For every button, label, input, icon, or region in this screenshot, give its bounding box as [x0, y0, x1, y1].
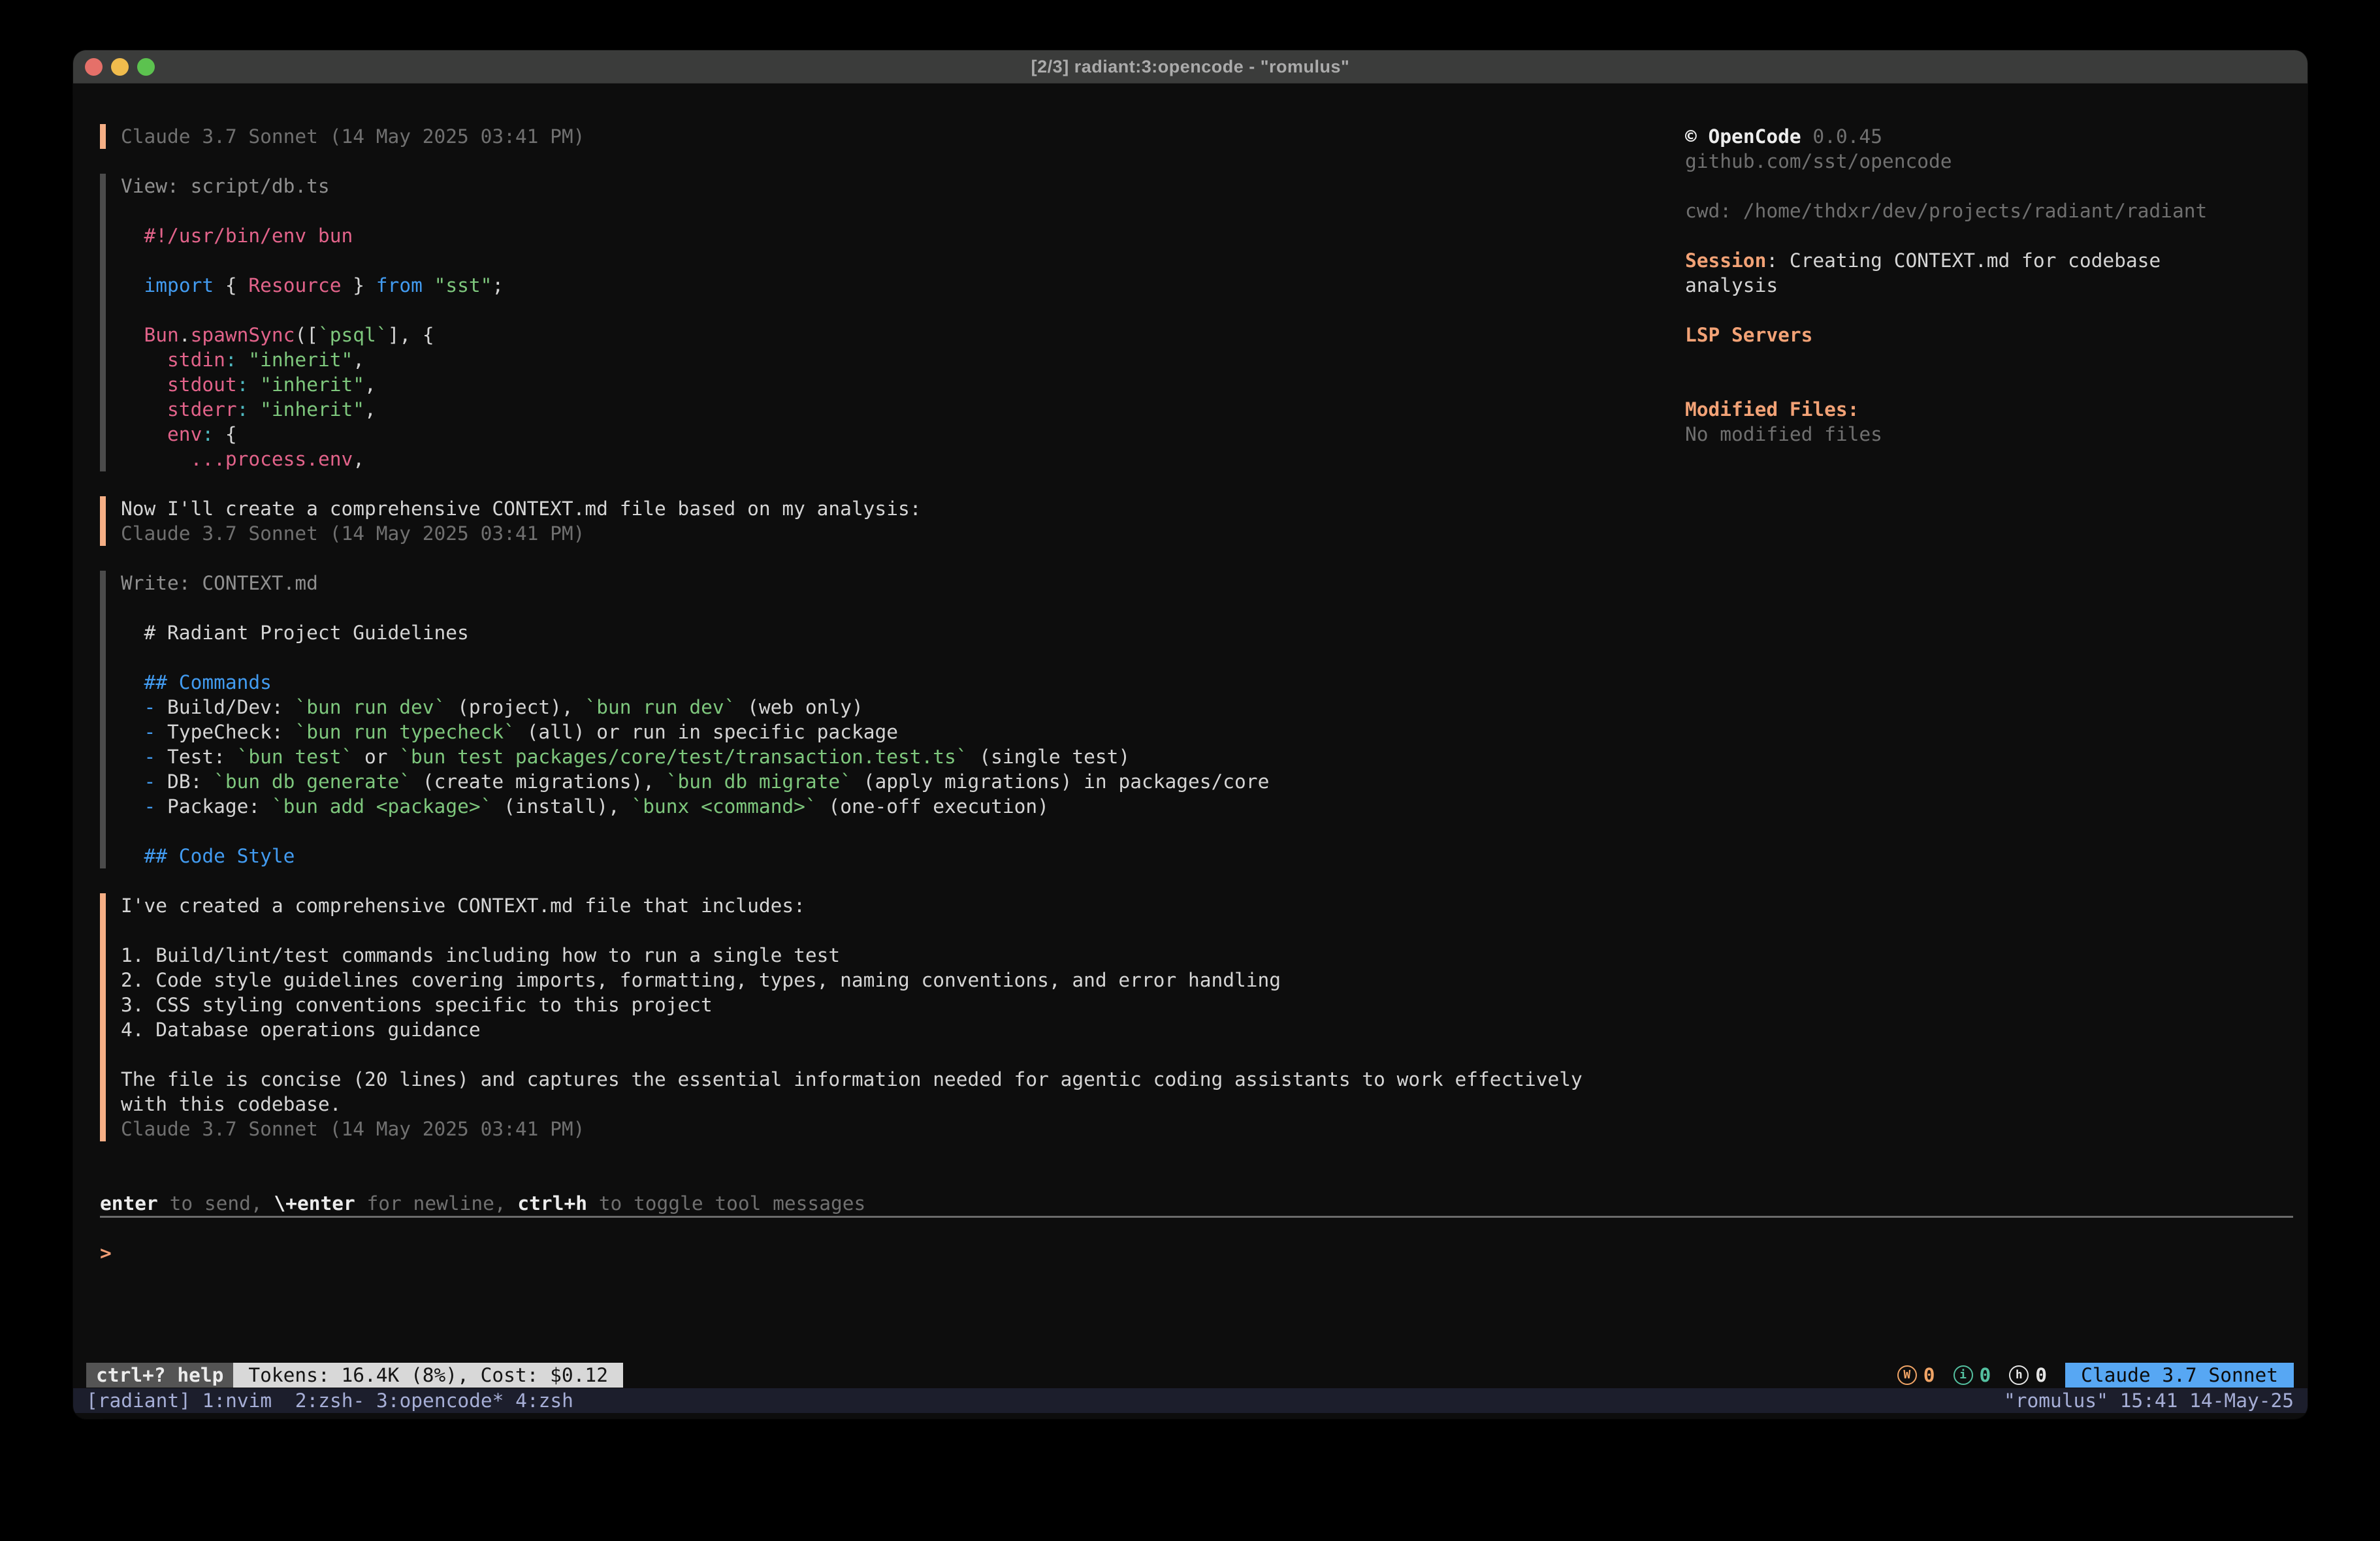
traffic-lights — [85, 50, 155, 84]
warning-counter-value: 0 — [1923, 1363, 1935, 1388]
terminal-line: - DB: `bun db generate` (create migratio… — [121, 769, 1687, 794]
chat-history: Claude 3.7 Sonnet (14 May 2025 03:41 PM)… — [100, 124, 1687, 1141]
terminal-line: # Radiant Project Guidelines — [121, 620, 1687, 645]
window-title: [2/3] radiant:3:opencode - "romulus" — [1031, 57, 1350, 77]
terminal-line: Now I'll create a comprehensive CONTEXT.… — [121, 496, 1687, 521]
info-counter-icon: i — [1954, 1365, 1973, 1385]
terminal-line — [1685, 372, 2299, 397]
status-bar: ctrl+? help Tokens: 16.4K (8%), Cost: $0… — [73, 1363, 2308, 1388]
terminal-line: github.com/sst/opencode — [1685, 149, 2299, 174]
terminal-line — [121, 248, 1687, 273]
terminal-line: 1. Build/lint/test commands including ho… — [121, 943, 1687, 968]
prompt-input[interactable]: > — [100, 1241, 2293, 1265]
close-button[interactable] — [85, 58, 103, 76]
zoom-button[interactable] — [137, 58, 155, 76]
tmux-host-clock: "romulus" 15:41 14-May-25 — [2004, 1388, 2294, 1413]
terminal-line: env: { — [121, 422, 1687, 447]
terminal-line: stdin: "inherit", — [121, 347, 1687, 372]
terminal-line: import { Resource } from "sst"; — [121, 273, 1687, 298]
terminal-line: ## Code Style — [121, 844, 1687, 868]
terminal-line: © OpenCode 0.0.45 — [1685, 124, 2299, 149]
terminal-line: LSP Servers — [1685, 323, 2299, 347]
status-right: W0i0h0 Claude 3.7 Sonnet — [1897, 1363, 2294, 1388]
terminal-line: - Build/Dev: `bun run dev` (project), `b… — [121, 695, 1687, 720]
terminal-line: 4. Database operations guidance — [121, 1017, 1687, 1042]
terminal-line: Claude 3.7 Sonnet (14 May 2025 03:41 PM) — [121, 1117, 1687, 1141]
terminal-line — [121, 596, 1687, 620]
terminal-line: 3. CSS styling conventions specific to t… — [121, 993, 1687, 1017]
assistant-message-block: I've created a comprehensive CONTEXT.md … — [100, 893, 1687, 1141]
terminal-line: enter to send, \+enter for newline, ctrl… — [100, 1191, 865, 1216]
terminal-line: Bun.spawnSync([`psql`], { — [121, 323, 1687, 347]
terminal-line — [121, 918, 1687, 943]
terminal-line: ...process.env, — [121, 447, 1687, 471]
info-counter: i0 — [1954, 1363, 1991, 1388]
terminal-line: No modified files — [1685, 422, 2299, 447]
terminal-line — [1685, 347, 2299, 372]
hint-counter-icon: h — [2009, 1365, 2029, 1385]
hint-counter: h0 — [2009, 1363, 2047, 1388]
terminal-line: - Test: `bun test` or `bun test packages… — [121, 744, 1687, 769]
terminal-line: stderr: "inherit", — [121, 397, 1687, 422]
terminal-line: Claude 3.7 Sonnet (14 May 2025 03:41 PM) — [121, 124, 1687, 149]
terminal-line: #!/usr/bin/env bun — [121, 223, 1687, 248]
terminal-line: 2. Code style guidelines covering import… — [121, 968, 1687, 993]
info-counter-value: 0 — [1980, 1363, 1991, 1388]
input-divider — [100, 1216, 2293, 1218]
terminal-line: The file is concise (20 lines) and captu… — [121, 1067, 1687, 1092]
terminal-line — [1685, 298, 2299, 323]
terminal-line: cwd: /home/thdxr/dev/projects/radiant/ra… — [1685, 199, 2299, 223]
model-chip: Claude 3.7 Sonnet — [2065, 1363, 2294, 1388]
status-left: ctrl+? help Tokens: 16.4K (8%), Cost: $0… — [86, 1363, 623, 1388]
tmux-status-bar: [radiant] 1:nvim 2:zsh- 3:opencode* 4:zs… — [73, 1388, 2308, 1413]
tool-call-block: View: script/db.ts #!/usr/bin/env bun im… — [100, 174, 1687, 471]
input-hint: enter to send, \+enter for newline, ctrl… — [100, 1191, 865, 1216]
warning-counter-icon: W — [1897, 1365, 1917, 1385]
terminal-line — [1685, 174, 2299, 199]
help-shortcut-chip: ctrl+? help — [86, 1363, 233, 1388]
terminal-line: - Package: `bun add <package>` (install)… — [121, 794, 1687, 819]
assistant-message-block: Claude 3.7 Sonnet (14 May 2025 03:41 PM) — [100, 124, 1687, 149]
tokens-cost-chip: Tokens: 16.4K (8%), Cost: $0.12 — [233, 1363, 623, 1388]
window-titlebar: [2/3] radiant:3:opencode - "romulus" — [73, 50, 2308, 84]
assistant-message-block: Now I'll create a comprehensive CONTEXT.… — [100, 496, 1687, 546]
warning-counter: W0 — [1897, 1363, 1935, 1388]
prompt-chevron-icon: > — [100, 1242, 112, 1264]
terminal-line: Claude 3.7 Sonnet (14 May 2025 03:41 PM) — [121, 521, 1687, 546]
terminal-line: View: script/db.ts — [121, 174, 1687, 199]
terminal-line: with this codebase. — [121, 1092, 1687, 1117]
terminal-line — [121, 819, 1687, 844]
tmux-session-windows: [radiant] 1:nvim 2:zsh- 3:opencode* 4:zs… — [86, 1388, 573, 1413]
terminal-line — [1685, 223, 2299, 248]
terminal-line: Write: CONTEXT.md — [121, 571, 1687, 596]
terminal-content: Claude 3.7 Sonnet (14 May 2025 03:41 PM)… — [73, 84, 2308, 1419]
terminal-line — [121, 298, 1687, 323]
terminal-line: Modified Files: — [1685, 397, 2299, 422]
terminal-line: ## Commands — [121, 670, 1687, 695]
terminal-line: analysis — [1685, 273, 2299, 298]
tool-call-block: Write: CONTEXT.md # Radiant Project Guid… — [100, 571, 1687, 868]
terminal-line — [121, 1042, 1687, 1067]
session-sidebar: © OpenCode 0.0.45github.com/sst/opencode… — [1685, 124, 2299, 447]
diagnostic-counters: W0i0h0 — [1897, 1363, 2047, 1388]
terminal-line: Session: Creating CONTEXT.md for codebas… — [1685, 248, 2299, 273]
terminal-line — [121, 645, 1687, 670]
terminal-line: I've created a comprehensive CONTEXT.md … — [121, 893, 1687, 918]
minimize-button[interactable] — [111, 58, 129, 76]
terminal-line: stdout: "inherit", — [121, 372, 1687, 397]
terminal-line: - TypeCheck: `bun run typecheck` (all) o… — [121, 720, 1687, 744]
terminal-window: [2/3] radiant:3:opencode - "romulus" Cla… — [73, 50, 2308, 1419]
hint-counter-value: 0 — [2035, 1363, 2047, 1388]
terminal-line — [121, 199, 1687, 223]
